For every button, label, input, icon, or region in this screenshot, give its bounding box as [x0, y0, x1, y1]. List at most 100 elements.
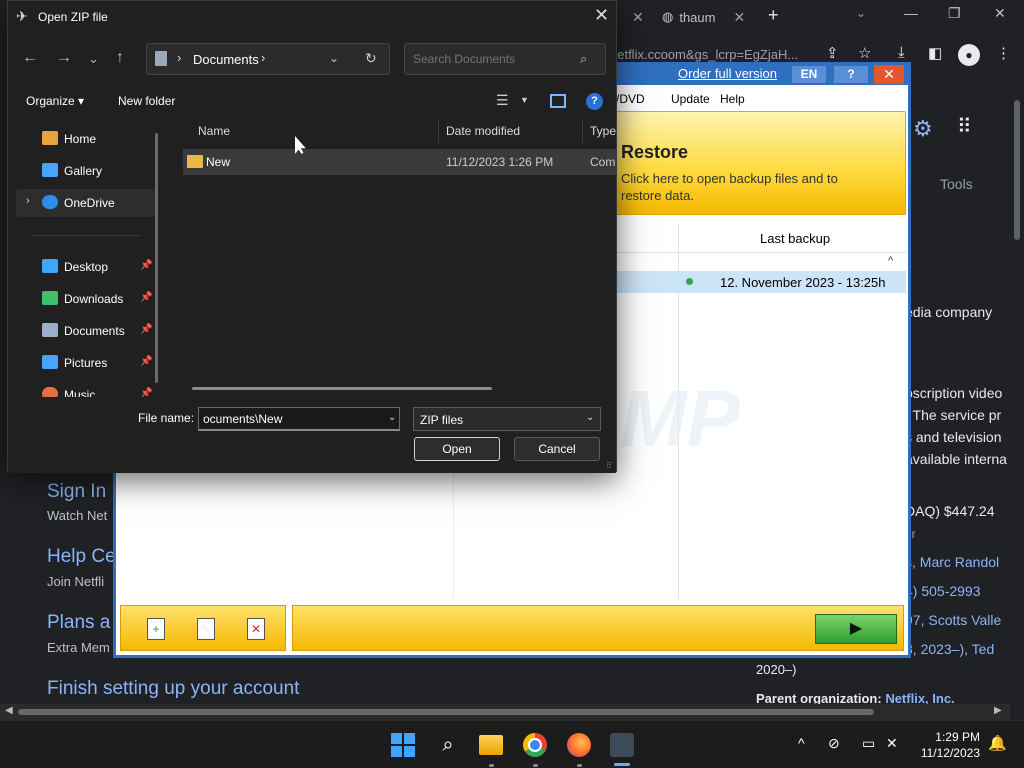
- tab-search-chevron-icon[interactable]: ⌄: [856, 6, 866, 20]
- nav-home[interactable]: Home: [16, 125, 156, 153]
- expand-chevron-icon[interactable]: ›: [26, 195, 30, 207]
- chrome-icon[interactable]: [523, 733, 547, 757]
- nav-onedrive[interactable]: › OneDrive: [16, 189, 156, 217]
- share-icon[interactable]: ⇪: [826, 44, 839, 62]
- scroll-right-icon[interactable]: ▶: [994, 705, 1002, 716]
- menu-dvd[interactable]: /DVD: [616, 92, 645, 106]
- help-icon[interactable]: ?: [586, 93, 603, 110]
- nav-downloads[interactable]: Downloads 📌: [16, 285, 156, 313]
- add-job-icon[interactable]: +: [147, 618, 165, 640]
- file-type-select[interactable]: ZIP files: [413, 407, 601, 431]
- col-header-date[interactable]: Date modified: [440, 119, 582, 143]
- column-divider[interactable]: [438, 119, 439, 143]
- start-backup-button[interactable]: ▶: [815, 614, 897, 644]
- display-icon[interactable]: ▭: [862, 735, 875, 752]
- col-last-backup[interactable]: Last backup: [760, 231, 830, 246]
- tray-overflow-chevron-icon[interactable]: ^: [798, 735, 805, 751]
- column-divider[interactable]: [582, 119, 583, 143]
- app-close-button[interactable]: ✕: [874, 65, 904, 84]
- menu-kebab-icon[interactable]: ⋮: [996, 44, 1011, 62]
- download-icon[interactable]: ⤓: [898, 44, 905, 61]
- language-button[interactable]: EN: [792, 66, 826, 83]
- order-full-version-link[interactable]: Order full version: [678, 66, 777, 81]
- preview-pane-icon[interactable]: [550, 94, 566, 108]
- up-arrow-icon[interactable]: ↑: [116, 49, 124, 67]
- nav-documents[interactable]: Documents 📌: [16, 317, 156, 345]
- address-dropdown-icon[interactable]: ⌄: [329, 51, 339, 65]
- edit-job-icon[interactable]: ✎: [197, 618, 215, 640]
- finish-setup-link[interactable]: Finish setting up your account: [47, 678, 299, 700]
- tab-close-icon[interactable]: ✕: [733, 9, 745, 26]
- delete-job-icon[interactable]: ✕: [247, 618, 265, 640]
- forward-arrow-icon[interactable]: →: [56, 49, 72, 67]
- nav-gallery[interactable]: Gallery: [16, 157, 156, 185]
- file-type-dropdown-icon[interactable]: ⌄: [586, 412, 594, 423]
- scroll-left-icon[interactable]: ◀: [5, 705, 13, 716]
- view-dropdown-icon[interactable]: ▼: [520, 95, 529, 105]
- page-vertical-scrollbar[interactable]: [1010, 80, 1024, 704]
- col-header-type[interactable]: Type: [584, 119, 616, 143]
- backup-app-taskbar-icon[interactable]: [610, 733, 634, 757]
- window-close-icon[interactable]: ✕: [994, 5, 1006, 22]
- dialog-footer: File name: ⌄ ZIP files ⌄ Open Cancel ⠿: [8, 397, 616, 473]
- bookmark-star-icon[interactable]: ☆: [858, 44, 871, 62]
- menu-update[interactable]: Update: [671, 92, 710, 106]
- file-explorer-icon[interactable]: [479, 735, 503, 755]
- tab-close-icon[interactable]: ✕: [632, 9, 644, 26]
- file-row[interactable]: New 11/12/2023 1:26 PM Com: [183, 149, 616, 175]
- resize-grip-icon[interactable]: ⠿: [606, 461, 612, 470]
- settings-gear-icon[interactable]: ⚙: [913, 116, 933, 142]
- nav-music[interactable]: Music 📌: [16, 381, 156, 397]
- view-options-icon[interactable]: ☰: [496, 92, 509, 109]
- new-tab-button[interactable]: +: [768, 5, 779, 26]
- ceo-link[interactable]: 3, 2023–), Ted: [905, 641, 994, 657]
- col-header-name[interactable]: Name: [180, 119, 446, 143]
- open-button[interactable]: Open: [414, 437, 500, 461]
- dialog-close-button[interactable]: ✕: [594, 5, 609, 26]
- founders-link[interactable]: s, Marc Randol: [905, 554, 999, 570]
- side-panel-icon[interactable]: ◧: [928, 44, 942, 62]
- maximize-icon[interactable]: ❐: [948, 5, 961, 22]
- breadcrumb-separator[interactable]: ›: [177, 50, 181, 65]
- file-name-input[interactable]: [198, 407, 400, 431]
- scrollbar-thumb[interactable]: [18, 709, 874, 715]
- back-arrow-icon[interactable]: ←: [22, 49, 38, 67]
- plans-link[interactable]: Plans a: [47, 612, 110, 634]
- sign-in-link[interactable]: Sign In: [47, 481, 106, 503]
- page-horizontal-scrollbar[interactable]: ◀ ▶: [0, 704, 1010, 720]
- help-center-link[interactable]: Help Ce: [47, 546, 116, 568]
- search-icon[interactable]: ⌕: [580, 51, 587, 67]
- network-offline-icon[interactable]: ⊘: [828, 735, 840, 752]
- breadcrumb-separator[interactable]: ›: [261, 50, 265, 65]
- recent-locations-chevron-icon[interactable]: ⌄: [88, 51, 99, 67]
- system-clock[interactable]: 1:29 PM 11/12/2023: [912, 729, 980, 761]
- volume-muted-icon[interactable]: ✕: [886, 735, 898, 752]
- profile-avatar-icon[interactable]: ●: [958, 44, 980, 66]
- phone-link[interactable]: 4) 505-2993: [905, 583, 981, 599]
- file-list-horizontal-scrollbar[interactable]: [192, 387, 492, 390]
- hq-link[interactable]: 97, Scotts Valle: [905, 612, 1001, 628]
- nav-pane-scrollbar[interactable]: [155, 133, 158, 383]
- apps-grid-icon[interactable]: ⠿: [957, 114, 972, 139]
- browser-tab-partial[interactable]: ✕: [620, 4, 644, 30]
- breadcrumb-documents[interactable]: Documents: [193, 52, 259, 67]
- firefox-icon[interactable]: [567, 733, 591, 757]
- app-help-button[interactable]: ?: [834, 66, 868, 83]
- nav-desktop[interactable]: Desktop 📌: [16, 253, 156, 281]
- organize-button[interactable]: Organize ▾: [26, 94, 84, 108]
- start-windows-icon[interactable]: [391, 733, 415, 757]
- refresh-icon[interactable]: ↻: [365, 50, 377, 67]
- search-input[interactable]: [404, 43, 606, 75]
- new-folder-button[interactable]: New folder: [118, 94, 175, 108]
- nav-pictures[interactable]: Pictures 📌: [16, 349, 156, 377]
- file-name-dropdown-icon[interactable]: ⌄: [388, 412, 396, 423]
- address-breadcrumb[interactable]: › Documents › ⌄ ↻: [146, 43, 390, 75]
- menu-help[interactable]: Help: [720, 92, 745, 106]
- scrollbar-thumb[interactable]: [1014, 100, 1020, 240]
- notification-bell-icon[interactable]: 🔔: [988, 734, 1007, 752]
- tools-tab[interactable]: Tools: [940, 176, 973, 192]
- cancel-button[interactable]: Cancel: [514, 437, 600, 461]
- taskbar-search-icon[interactable]: ⌕: [436, 733, 460, 757]
- minimize-icon[interactable]: —: [904, 5, 918, 21]
- browser-tab-thaum[interactable]: ◍ thaum ✕: [662, 4, 745, 30]
